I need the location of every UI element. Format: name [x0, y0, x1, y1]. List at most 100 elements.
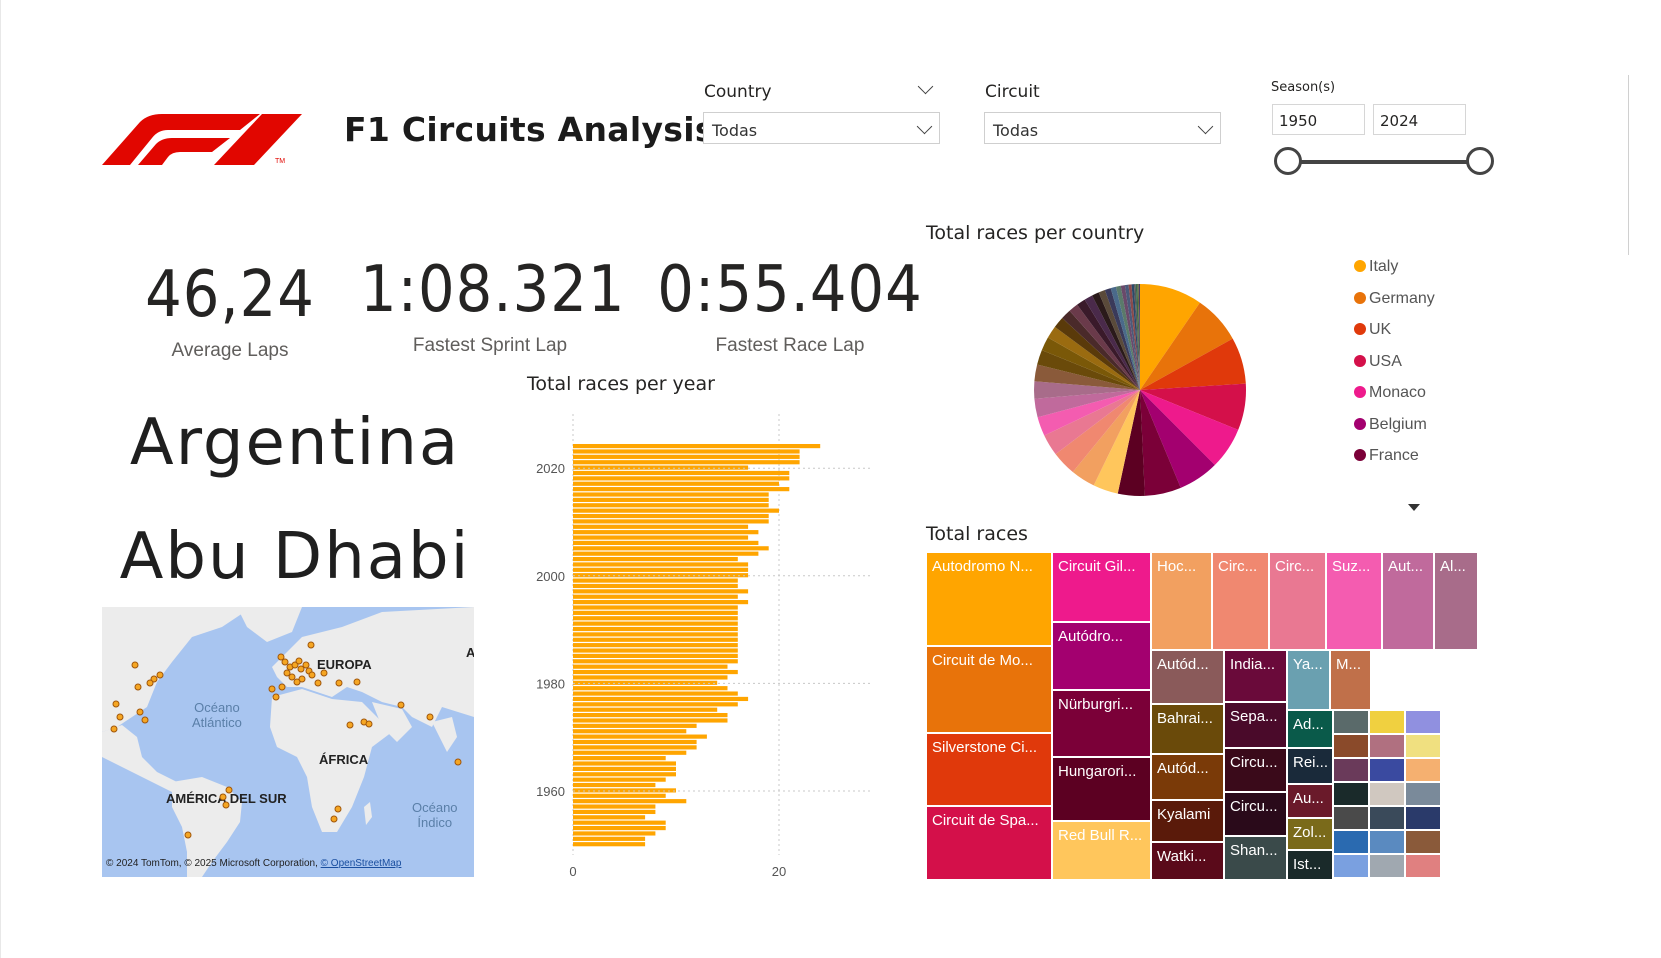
treemap-cell-small[interactable] [1333, 806, 1369, 830]
year-bar[interactable] [573, 470, 790, 476]
treemap-cell[interactable]: Zol... [1287, 818, 1333, 850]
year-bar[interactable] [573, 772, 676, 777]
year-bar[interactable] [573, 793, 666, 798]
season-slider-track[interactable] [1290, 160, 1480, 164]
year-bar[interactable] [573, 804, 656, 809]
year-bar[interactable] [573, 739, 697, 745]
treemap-cell[interactable]: Autód... [1151, 754, 1224, 800]
treemap-cell-small[interactable] [1333, 854, 1369, 878]
year-bar[interactable] [573, 497, 769, 502]
year-bar[interactable] [573, 718, 728, 723]
legend-item[interactable]: Italy [1354, 258, 1398, 276]
treemap-cell[interactable]: Kyalami [1151, 800, 1224, 842]
year-bar[interactable] [573, 519, 769, 524]
year-bar[interactable] [573, 594, 738, 599]
year-bar[interactable] [573, 809, 656, 815]
year-bar[interactable] [573, 707, 718, 712]
treemap-cell-small[interactable] [1405, 854, 1441, 878]
year-bar[interactable] [573, 782, 656, 788]
year-bar[interactable] [573, 675, 728, 680]
treemap-cell[interactable]: Bahrai... [1151, 704, 1224, 754]
circuits-map[interactable]: EUROPA ÁFRICA AMÉRICA DEL SUR A Océano A… [102, 607, 474, 877]
legend-item[interactable]: France [1354, 447, 1419, 465]
treemap-cell-small[interactable] [1441, 854, 1443, 878]
treemap-cell[interactable]: Autódro... [1052, 622, 1151, 690]
treemap-cell[interactable]: Ist... [1287, 850, 1333, 880]
treemap-cell-small[interactable] [1441, 758, 1443, 782]
year-bar[interactable] [573, 815, 646, 820]
year-bar[interactable] [573, 686, 728, 691]
treemap-cell-small[interactable] [1441, 782, 1443, 806]
year-bar[interactable] [573, 713, 728, 718]
races-per-country-pie[interactable] [1020, 270, 1260, 510]
legend-item[interactable]: Germany [1354, 290, 1435, 308]
treemap-cell[interactable]: Suz... [1326, 552, 1382, 650]
treemap-cell[interactable]: Aut... [1382, 552, 1434, 650]
treemap-cell-small[interactable] [1369, 806, 1405, 830]
treemap-cell-small[interactable] [1369, 830, 1405, 854]
treemap-cell-small[interactable] [1405, 806, 1441, 830]
year-bar[interactable] [573, 820, 666, 825]
races-per-year-chart[interactable]: 2020 2000 1980 1960 0 20 [520, 400, 900, 880]
treemap-cell[interactable]: Circuit de Mo... [926, 646, 1052, 733]
year-bar[interactable] [573, 664, 728, 669]
legend-item[interactable]: Belgium [1354, 416, 1427, 434]
treemap-cell[interactable]: M... [1330, 650, 1371, 710]
treemap-cell[interactable]: Sepa... [1224, 702, 1287, 748]
openstreetmap-link[interactable]: © OpenStreetMap [321, 858, 402, 869]
year-bar[interactable] [573, 589, 749, 594]
year-bar[interactable] [573, 621, 738, 626]
country-collapse-chevron-icon[interactable] [917, 78, 934, 95]
year-bar[interactable] [573, 756, 666, 761]
country-dropdown[interactable]: Todas [703, 112, 940, 144]
year-bar[interactable] [573, 653, 738, 658]
year-bar[interactable] [573, 454, 800, 459]
year-bar[interactable] [573, 842, 646, 847]
year-bar[interactable] [573, 643, 738, 648]
year-bar[interactable] [573, 734, 707, 739]
treemap-cell[interactable]: Circu... [1224, 748, 1287, 792]
treemap-cell[interactable]: Circ... [1269, 552, 1326, 650]
year-bar[interactable] [573, 600, 749, 605]
year-bar[interactable] [573, 556, 738, 562]
year-bar[interactable] [573, 562, 749, 567]
year-bar[interactable] [573, 825, 666, 831]
year-bar[interactable] [573, 637, 738, 642]
treemap-cell[interactable]: Rei... [1287, 748, 1333, 784]
season-end-input[interactable]: 2024 [1373, 104, 1466, 135]
treemap-cell[interactable]: Silverstone Ci... [926, 733, 1052, 806]
year-bar[interactable] [573, 535, 749, 540]
year-bar[interactable] [573, 476, 790, 481]
treemap-cell[interactable]: Autód... [1151, 650, 1224, 704]
year-bar[interactable] [573, 508, 779, 513]
legend-scroll-down-icon[interactable] [1408, 504, 1420, 511]
year-bar[interactable] [573, 492, 769, 497]
year-bar[interactable] [573, 729, 687, 734]
treemap-cell-small[interactable] [1369, 782, 1405, 806]
year-bar[interactable] [573, 481, 779, 486]
treemap-cell[interactable]: Circuit Gil... [1052, 552, 1151, 622]
year-bar[interactable] [573, 648, 738, 653]
year-bar[interactable] [573, 503, 769, 508]
total-races-treemap[interactable]: Autodromo N... Circuit de Mo... Silverston… [926, 552, 1478, 880]
treemap-cell-small[interactable] [1405, 782, 1441, 806]
year-bar[interactable] [573, 616, 738, 621]
treemap-cell[interactable]: Circu... [1224, 792, 1287, 836]
treemap-cell[interactable]: Hungarori... [1052, 757, 1151, 821]
year-bar[interactable] [573, 632, 738, 637]
treemap-cell[interactable]: Red Bull R... [1052, 821, 1151, 880]
season-slider-end-handle[interactable] [1466, 147, 1494, 175]
treemap-cell[interactable]: Al... [1434, 552, 1478, 650]
year-bar[interactable] [573, 750, 687, 755]
year-bar[interactable] [573, 761, 676, 766]
treemap-cell-small[interactable] [1333, 830, 1369, 854]
season-start-input[interactable]: 1950 [1272, 104, 1365, 135]
year-bar[interactable] [573, 487, 790, 492]
treemap-cell-small[interactable] [1441, 710, 1443, 734]
year-bar[interactable] [573, 836, 646, 841]
year-bar[interactable] [573, 777, 666, 782]
treemap-cell[interactable]: Circ... [1212, 552, 1269, 650]
year-bar[interactable] [573, 605, 738, 610]
year-bar[interactable] [573, 530, 759, 535]
treemap-cell-small[interactable] [1369, 710, 1405, 734]
